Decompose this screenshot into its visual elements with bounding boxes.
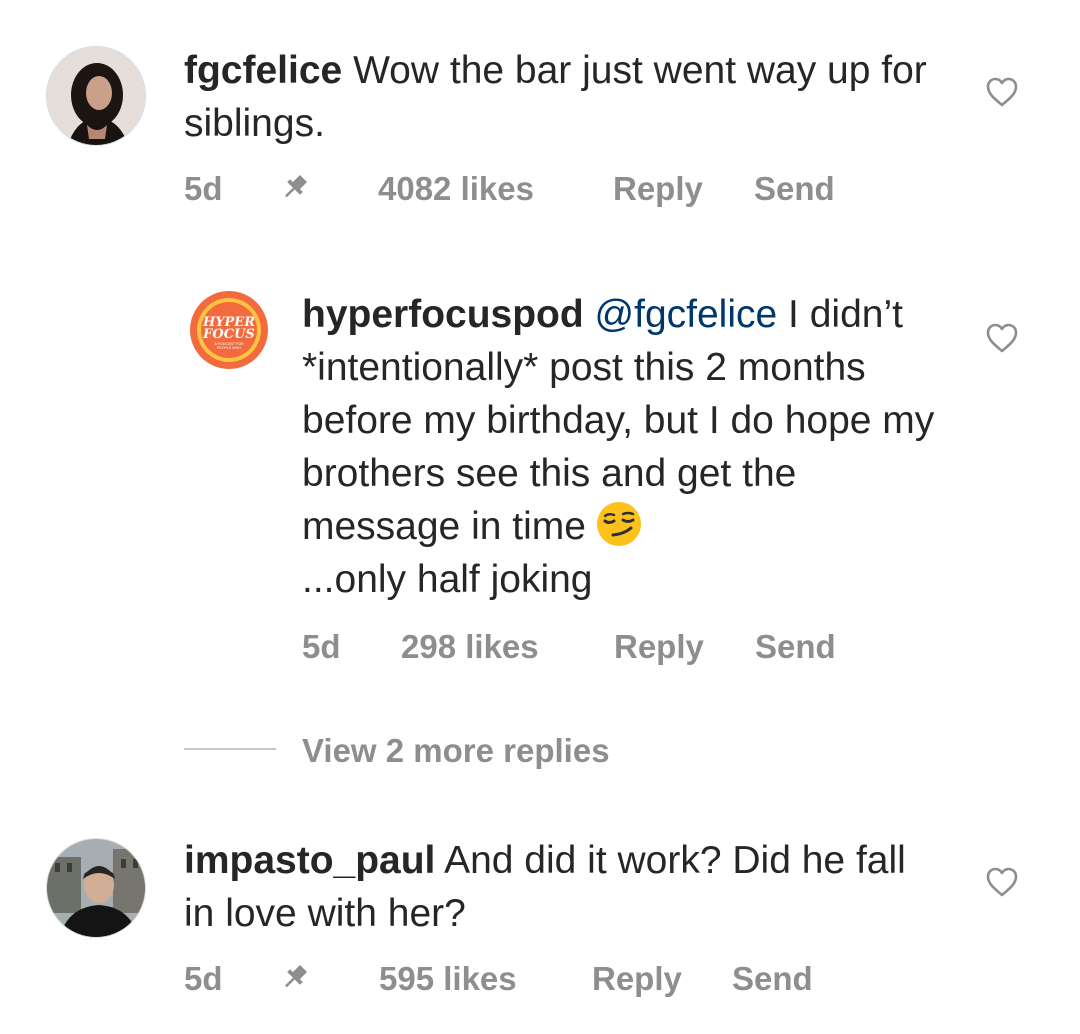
- comment-meta: 5d 4082 likes Reply Send: [184, 170, 884, 210]
- comment-meta: 5d 595 likes Reply Send: [184, 960, 884, 1000]
- like-heart-icon[interactable]: [985, 76, 1019, 108]
- username[interactable]: impasto_paul: [184, 839, 435, 882]
- view-more-divider: [184, 748, 276, 750]
- mention-link[interactable]: @fgcfelice: [595, 293, 778, 336]
- svg-text:PEOPLE WHO: PEOPLE WHO: [217, 346, 241, 350]
- like-count[interactable]: 595 likes: [379, 960, 517, 998]
- comment-text-continued: ...only half joking: [302, 558, 593, 601]
- view-more-replies-button[interactable]: View 2 more replies: [302, 732, 610, 770]
- username[interactable]: hyperfocuspod: [302, 293, 584, 336]
- avatar-fgcfelice[interactable]: [46, 46, 146, 146]
- comment-hyperfocuspod: HYPER FOCUS A PODCAST FOR PEOPLE WHO hyp…: [0, 280, 1080, 680]
- avatar-hyperfocuspod[interactable]: HYPER FOCUS A PODCAST FOR PEOPLE WHO: [189, 290, 269, 370]
- reply-button[interactable]: Reply: [614, 628, 704, 666]
- profile-photo-fgcfelice: [47, 47, 145, 145]
- avatar-impasto-paul[interactable]: [46, 838, 146, 938]
- reply-button[interactable]: Reply: [592, 960, 682, 998]
- timestamp: 5d: [184, 960, 223, 997]
- comment-body: fgcfelice Wow the bar just went way up f…: [184, 44, 944, 150]
- svg-text:FOCUS: FOCUS: [202, 327, 255, 342]
- send-button[interactable]: Send: [754, 170, 835, 208]
- timestamp: 5d: [302, 628, 341, 665]
- hyperfocus-logo: HYPER FOCUS A PODCAST FOR PEOPLE WHO: [190, 291, 268, 369]
- smirking-face-emoji-icon: [596, 502, 641, 546]
- like-count[interactable]: 298 likes: [401, 628, 539, 666]
- send-button[interactable]: Send: [755, 628, 836, 666]
- send-button[interactable]: Send: [732, 960, 813, 998]
- like-heart-icon[interactable]: [985, 322, 1019, 354]
- comment-fgcfelice: fgcfelice Wow the bar just went way up f…: [0, 0, 1080, 220]
- reply-button[interactable]: Reply: [613, 170, 703, 208]
- comment-body: hyperfocuspod @fgcfelice I didn’t *inten…: [302, 288, 942, 606]
- comment-body: impasto_paul And did it work? Did he fal…: [184, 834, 944, 940]
- like-heart-icon[interactable]: [985, 866, 1019, 898]
- timestamp: 5d: [184, 170, 223, 207]
- comment-meta: 5d 298 likes Reply Send: [302, 628, 902, 668]
- like-count[interactable]: 4082 likes: [378, 170, 534, 208]
- pin-icon: [285, 174, 308, 198]
- profile-photo-impasto-paul: [47, 839, 145, 937]
- pin-icon: [285, 964, 308, 988]
- username[interactable]: fgcfelice: [184, 49, 342, 92]
- comment-impasto-paul: impasto_paul And did it work? Did he fal…: [0, 830, 1080, 1034]
